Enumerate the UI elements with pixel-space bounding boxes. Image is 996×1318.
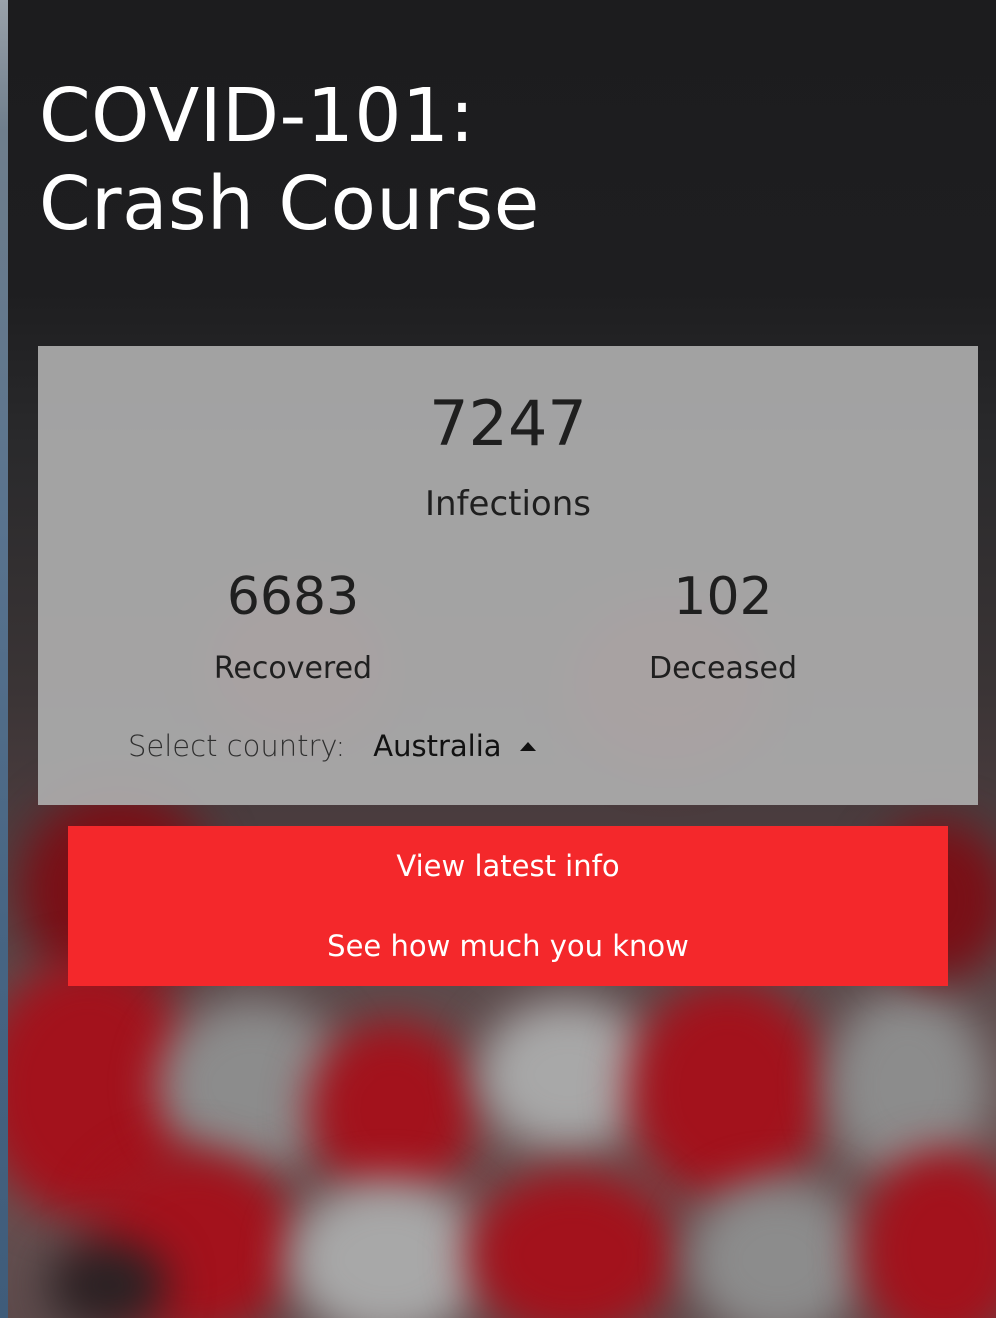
- caret-up-icon[interactable]: [519, 741, 536, 751]
- title-line-1: COVID-101:: [39, 73, 475, 159]
- page: COVID-101: Crash Course 7247 Infections …: [8, 0, 996, 1318]
- country-selector-row: Select country: Australia: [128, 726, 536, 766]
- action-panel: View latest info See how much you know: [68, 826, 948, 986]
- infections-count: 7247: [429, 387, 587, 460]
- infections-label: Infections: [425, 484, 591, 524]
- recovered-label: Recovered: [213, 651, 373, 686]
- deceased-count: 102: [673, 567, 773, 627]
- window-edge: [0, 0, 8, 1318]
- stats-card: 7247 Infections 6683 Recovered 102 Decea…: [38, 346, 978, 805]
- deceased-label: Deceased: [648, 651, 798, 686]
- view-latest-info-button[interactable]: View latest info: [68, 826, 948, 906]
- title-line-2: Crash Course: [39, 161, 540, 247]
- country-select-label: Select country:: [128, 729, 346, 763]
- page-title: COVID-101: Crash Course: [39, 72, 540, 248]
- quiz-button[interactable]: See how much you know: [68, 906, 948, 986]
- country-select-value[interactable]: Australia: [373, 729, 501, 763]
- recovered-count: 6683: [226, 567, 360, 627]
- country-select[interactable]: Australia: [373, 729, 536, 763]
